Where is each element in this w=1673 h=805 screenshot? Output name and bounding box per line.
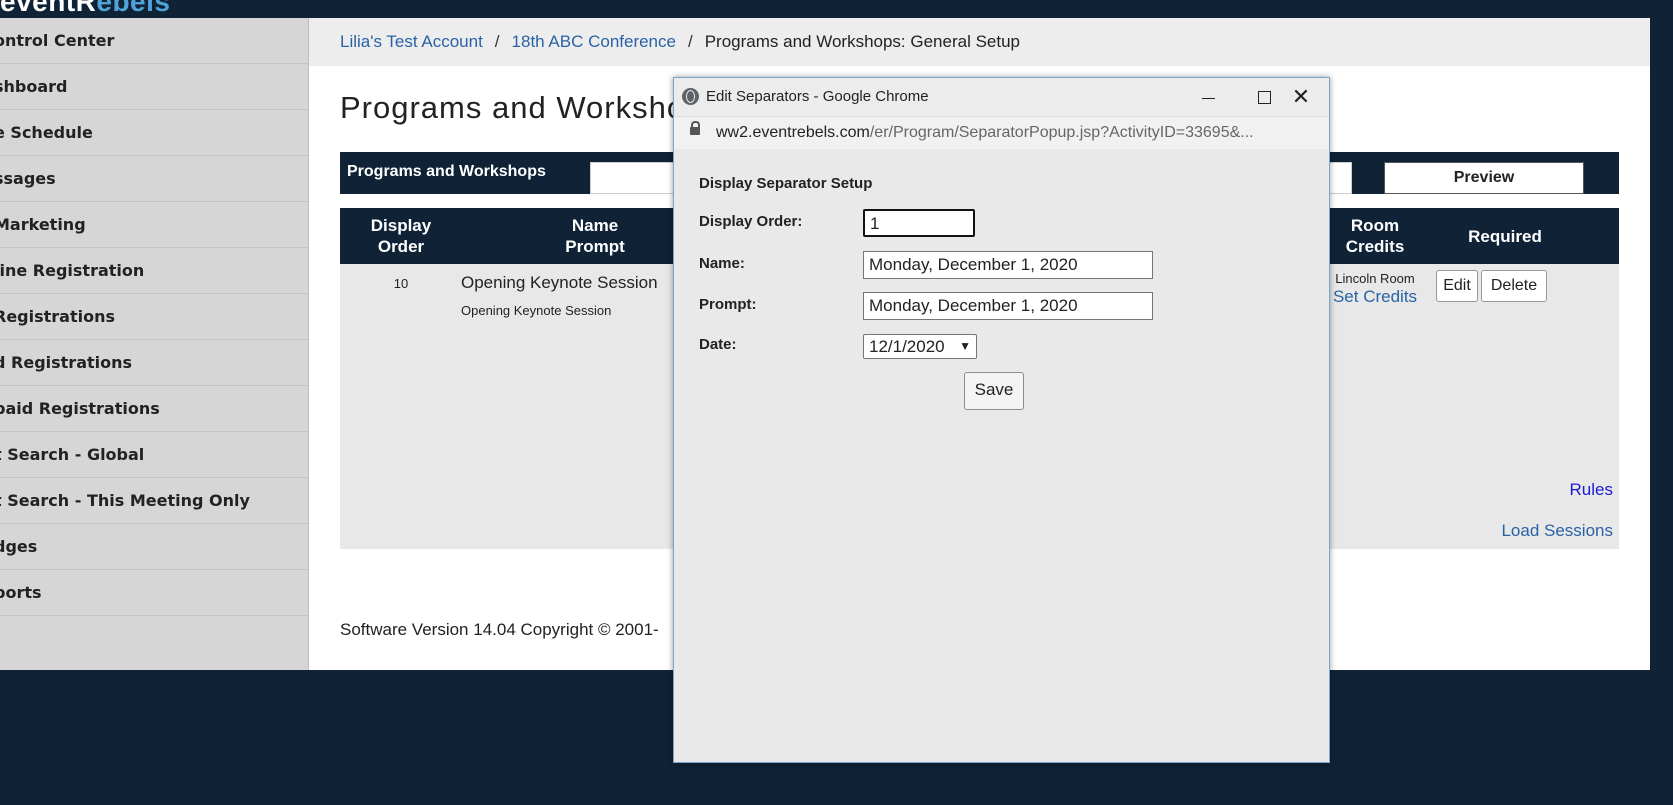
header-display-text: Display xyxy=(370,216,432,235)
breadcrumb-separator: / xyxy=(494,32,500,51)
sidebar: ontrol Center shboard e Schedule ssages … xyxy=(0,18,309,670)
date-label: Date: xyxy=(699,336,737,353)
popup-url: ww2.eventrebels.com/er/Program/Separator… xyxy=(716,117,1254,149)
row-session-name: Opening Keynote Session xyxy=(461,273,658,292)
close-icon[interactable]: ✕ xyxy=(1278,78,1324,116)
brand-logo[interactable]: eventRebels xyxy=(0,0,170,18)
url-domain: ww2.eventrebels.com xyxy=(716,124,870,141)
prompt-input[interactable]: Monday, December 1, 2020 xyxy=(863,292,1153,320)
edit-button[interactable]: Edit xyxy=(1436,270,1478,302)
header-room-text: Room xyxy=(1350,216,1400,235)
sidebar-item-dashboard[interactable]: shboard xyxy=(0,64,308,110)
breadcrumb-conference-link[interactable]: 18th ABC Conference xyxy=(512,32,676,51)
sidebar-item-control-center[interactable]: ontrol Center xyxy=(0,18,308,64)
breadcrumb: Lilia's Test Account / 18th ABC Conference… xyxy=(309,18,1650,66)
display-order-input[interactable]: 1 xyxy=(863,209,975,237)
sidebar-item-reports[interactable]: ports xyxy=(0,570,308,616)
popup-window-title: Edit Separators - Google Chrome xyxy=(706,88,929,105)
sidebar-item-registrations[interactable]: Registrations xyxy=(0,294,308,340)
header-required-text: Required xyxy=(1468,226,1542,246)
popup-address-bar[interactable]: ww2.eventrebels.com/er/Program/Separator… xyxy=(674,116,1329,150)
name-input[interactable]: Monday, December 1, 2020 xyxy=(863,251,1153,279)
lock-icon xyxy=(690,121,700,135)
header-name-text: Name xyxy=(571,216,619,235)
sidebar-item-messages[interactable]: ssages xyxy=(0,156,308,202)
name-label: Name: xyxy=(699,255,745,272)
breadcrumb-account-link[interactable]: Lilia's Test Account xyxy=(340,32,483,51)
row-display-order: 10 xyxy=(393,276,409,291)
display-order-label: Display Order: xyxy=(699,213,803,230)
preview-button[interactable]: Preview xyxy=(1384,162,1584,194)
page-title: Programs and Worksho xyxy=(340,90,686,125)
sidebar-item-badges[interactable]: dges xyxy=(0,524,308,570)
edit-separators-popup: Edit Separators - Google Chrome ✕ ww2.ev… xyxy=(673,77,1330,763)
header-credits-text: Credits xyxy=(1345,237,1405,256)
programs-bar-label: Programs and Workshops xyxy=(347,163,546,180)
globe-icon xyxy=(682,88,699,105)
sidebar-item-schedule[interactable]: e Schedule xyxy=(0,110,308,156)
save-button[interactable]: Save xyxy=(964,372,1024,410)
sidebar-item-search-global[interactable]: t Search - Global xyxy=(0,432,308,478)
breadcrumb-separator: / xyxy=(687,32,693,51)
footer-copyright: Software Version 14.04 Copyright © 2001- xyxy=(340,620,659,639)
load-sessions-link[interactable]: Load Sessions xyxy=(1501,521,1613,541)
sidebar-item-d-registrations[interactable]: d Registrations xyxy=(0,340,308,386)
prompt-label: Prompt: xyxy=(699,296,757,313)
sidebar-item-online-registration[interactable]: line Registration xyxy=(0,248,308,294)
top-bar: eventRebels xyxy=(0,0,1673,18)
date-select-value: 12/1/2020 xyxy=(869,337,945,356)
row-session-prompt: Opening Keynote Session xyxy=(461,303,612,318)
separator-setup-heading: Display Separator Setup xyxy=(699,175,873,192)
logo-accent: ebels xyxy=(96,0,171,17)
sidebar-item-unpaid-registrations[interactable]: paid Registrations xyxy=(0,386,308,432)
url-path: /er/Program/SeparatorPopup.jsp?ActivityI… xyxy=(869,124,1254,141)
logo-main: eventR xyxy=(0,0,97,17)
breadcrumb-current: Programs and Workshops: General Setup xyxy=(704,32,1021,51)
header-prompt-text: Prompt xyxy=(565,237,625,256)
column-header-name-prompt[interactable]: Name Prompt xyxy=(495,208,695,264)
minimize-icon[interactable] xyxy=(1185,78,1231,116)
sidebar-item-marketing[interactable]: Marketing xyxy=(0,202,308,248)
chevron-down-icon: ▼ xyxy=(959,339,971,353)
rules-link[interactable]: Rules xyxy=(1570,480,1613,500)
popup-title-bar[interactable]: Edit Separators - Google Chrome ✕ xyxy=(674,78,1329,116)
header-order-text: Order xyxy=(377,237,425,256)
sidebar-item-search-this-meeting[interactable]: t Search - This Meeting Only xyxy=(0,478,308,524)
popup-body: Display Separator Setup Display Order: 1… xyxy=(674,149,1329,761)
column-header-required[interactable]: Required xyxy=(1440,208,1570,264)
date-select[interactable]: 12/1/2020 ▼ xyxy=(863,334,977,359)
delete-button[interactable]: Delete xyxy=(1481,270,1547,302)
column-header-display-order[interactable]: Display Order xyxy=(340,208,462,264)
